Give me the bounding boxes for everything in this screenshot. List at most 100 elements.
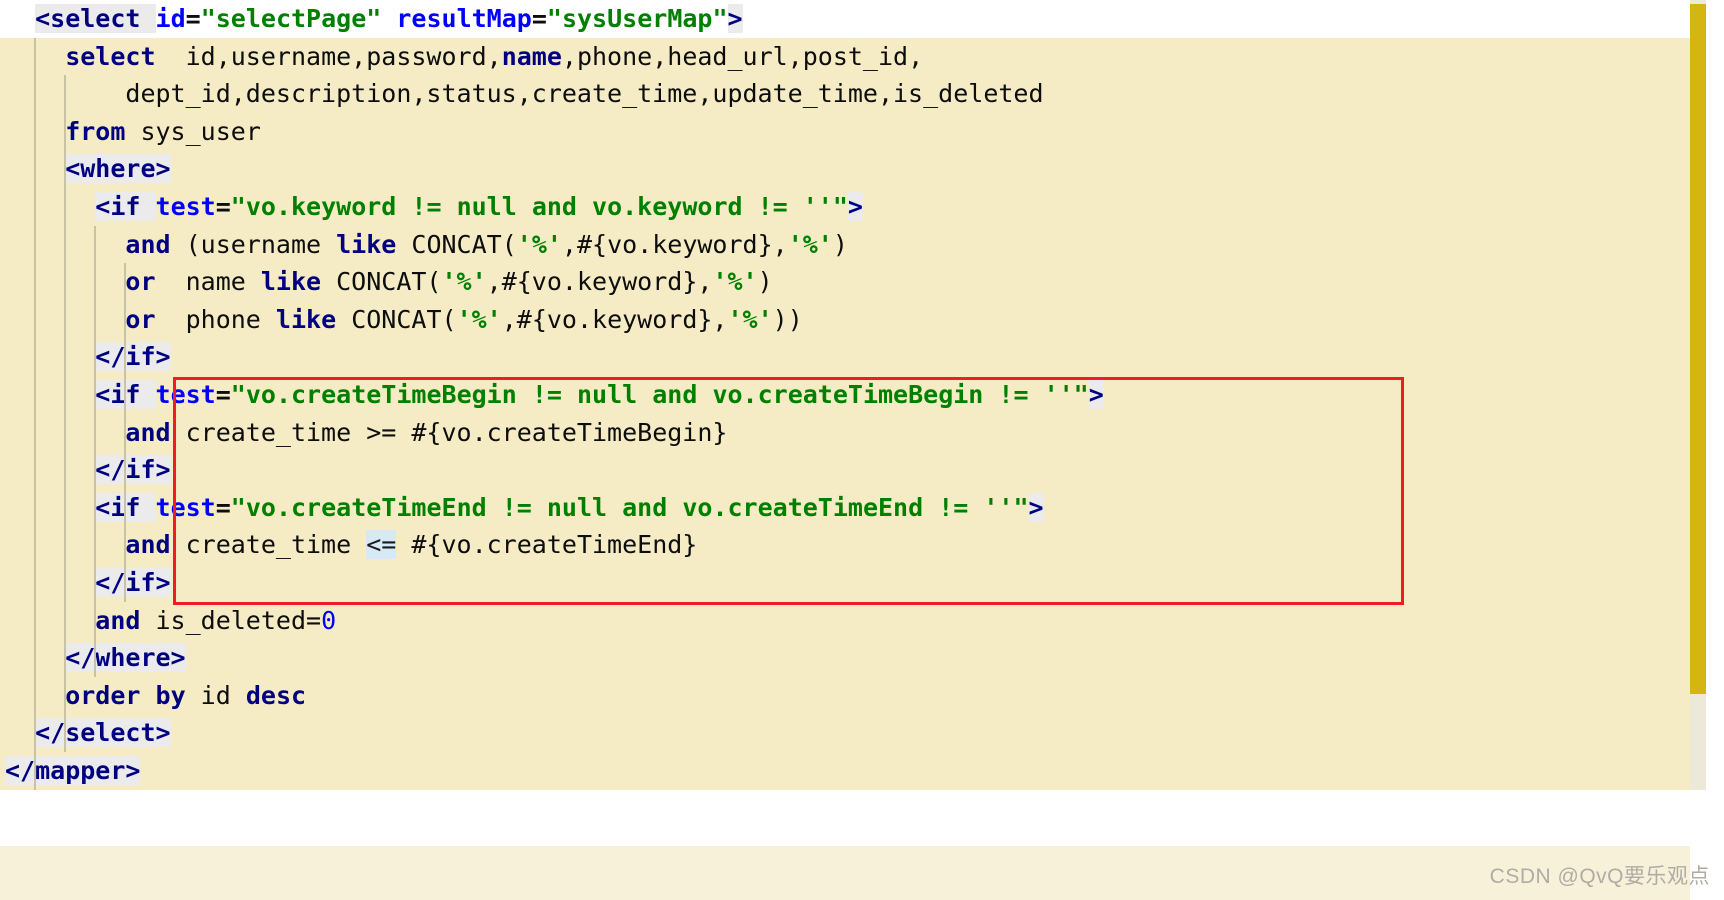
code-token: CONCAT( bbox=[321, 267, 442, 297]
code-token: and bbox=[125, 229, 171, 259]
editor-right-margin bbox=[1706, 0, 1724, 790]
code-token: test bbox=[155, 492, 216, 522]
code-token: ,#{vo.keyword}, bbox=[561, 229, 788, 259]
code-line[interactable]: <select id="selectPage" resultMap="sysUs… bbox=[0, 0, 1690, 38]
code-token: <if bbox=[95, 191, 156, 221]
code-token: CONCAT( bbox=[336, 304, 457, 334]
code-token: and bbox=[95, 605, 141, 635]
code-token: or bbox=[125, 304, 156, 334]
code-token: like bbox=[336, 229, 397, 259]
code-token: resultMap bbox=[396, 4, 532, 33]
code-token: )) bbox=[772, 304, 803, 334]
bottom-strip: CSDN @QvQ要乐观点 bbox=[0, 790, 1724, 900]
code-line[interactable]: </if> bbox=[0, 451, 1690, 489]
code-line[interactable]: from sys_user bbox=[0, 113, 1690, 151]
code-token: phone bbox=[155, 304, 276, 334]
code-token: or bbox=[125, 267, 156, 297]
code-token: = bbox=[185, 4, 201, 33]
code-line[interactable]: or name like CONCAT('%',#{vo.keyword},'%… bbox=[0, 263, 1690, 301]
code-line[interactable]: </select> bbox=[0, 714, 1690, 752]
csdn-watermark: CSDN @QvQ要乐观点 bbox=[1489, 865, 1710, 888]
code-token: CONCAT( bbox=[396, 229, 517, 259]
code-token: '%' bbox=[787, 229, 833, 259]
code-token: <= bbox=[366, 530, 397, 560]
code-lines[interactable]: <select id="selectPage" resultMap="sysUs… bbox=[0, 0, 1690, 789]
indent-guide bbox=[94, 225, 97, 677]
code-token: "vo.createTimeEnd != null and vo.createT… bbox=[230, 492, 1029, 522]
code-token: like bbox=[275, 304, 337, 334]
bottom-band bbox=[0, 846, 1690, 900]
code-line[interactable]: </if> bbox=[0, 564, 1690, 602]
code-token: ,#{vo.keyword}, bbox=[501, 304, 728, 334]
code-token: id bbox=[155, 4, 186, 33]
code-token: '%' bbox=[712, 267, 758, 297]
code-token: ,#{vo.keyword}, bbox=[486, 267, 713, 297]
code-token: order bbox=[65, 680, 141, 710]
code-line[interactable]: dept_id,description,status,create_time,u… bbox=[0, 75, 1690, 113]
code-token: </select> bbox=[35, 718, 171, 748]
code-token: </if> bbox=[95, 567, 171, 597]
code-token: name bbox=[155, 267, 261, 297]
code-token: = bbox=[215, 379, 231, 409]
code-line[interactable]: <if test="vo.keyword != null and vo.keyw… bbox=[0, 188, 1690, 226]
code-line[interactable]: order by id desc bbox=[0, 677, 1690, 715]
indent-guide bbox=[124, 263, 127, 602]
code-line[interactable]: <if test="vo.createTimeEnd != null and v… bbox=[0, 489, 1690, 527]
code-token: is_deleted= bbox=[140, 605, 322, 635]
code-token: > bbox=[1028, 492, 1044, 522]
code-line[interactable]: and create_time >= #{vo.createTimeBegin} bbox=[0, 414, 1690, 452]
code-token: id bbox=[185, 680, 246, 710]
code-token: '%' bbox=[456, 304, 502, 334]
code-line[interactable]: <where> bbox=[0, 150, 1690, 188]
code-line[interactable]: <if test="vo.createTimeBegin != null and… bbox=[0, 376, 1690, 414]
code-token: > bbox=[727, 4, 743, 33]
code-token: > bbox=[1088, 379, 1104, 409]
editor-window: <select id="selectPage" resultMap="sysUs… bbox=[0, 0, 1724, 900]
code-line[interactable]: or phone like CONCAT('%',#{vo.keyword},'… bbox=[0, 301, 1690, 339]
code-token: <select bbox=[35, 4, 156, 33]
code-token: #{vo.createTimeEnd} bbox=[396, 530, 698, 560]
code-line[interactable]: </mapper> bbox=[0, 752, 1690, 790]
code-line[interactable]: and (username like CONCAT('%',#{vo.keywo… bbox=[0, 226, 1690, 264]
code-token: ) bbox=[832, 229, 848, 259]
code-token: </mapper> bbox=[5, 755, 141, 785]
code-token: 0 bbox=[321, 605, 337, 635]
code-line[interactable]: </where> bbox=[0, 639, 1690, 677]
code-token: "vo.keyword != null and vo.keyword != ''… bbox=[230, 191, 848, 221]
vertical-scrollbar-thumb[interactable] bbox=[1690, 4, 1706, 694]
code-line[interactable]: select id,username,password,name,phone,h… bbox=[0, 38, 1690, 76]
code-editor[interactable]: <select id="selectPage" resultMap="sysUs… bbox=[0, 0, 1690, 790]
code-token: create_time bbox=[170, 530, 367, 560]
code-token: from bbox=[65, 116, 126, 146]
code-token: sys_user bbox=[125, 116, 261, 146]
code-token: "selectPage" bbox=[200, 4, 382, 33]
code-token: "vo.createTimeBegin != null and vo.creat… bbox=[230, 379, 1089, 409]
code-token: ,phone,head_url,post_id, bbox=[561, 41, 924, 71]
code-token: '%' bbox=[516, 229, 562, 259]
code-token: </where> bbox=[65, 643, 186, 673]
code-token: = bbox=[215, 492, 231, 522]
code-token: (username bbox=[170, 229, 337, 259]
code-line[interactable]: and is_deleted=0 bbox=[0, 602, 1690, 640]
code-token: test bbox=[155, 191, 216, 221]
code-line[interactable]: </if> bbox=[0, 338, 1690, 376]
code-token: dept_id,description,status,create_time,u… bbox=[125, 79, 1044, 109]
code-token: = bbox=[215, 191, 231, 221]
code-token: ) bbox=[757, 267, 773, 297]
code-token: by bbox=[155, 680, 186, 710]
code-token: "sysUserMap" bbox=[546, 4, 728, 33]
code-token: and bbox=[125, 417, 171, 447]
indent-guide bbox=[64, 75, 67, 752]
code-token: '%' bbox=[727, 304, 773, 334]
code-token: select bbox=[65, 41, 156, 71]
code-line[interactable]: and create_time <= #{vo.createTimeEnd} bbox=[0, 526, 1690, 564]
code-token: id,username,password, bbox=[155, 41, 502, 71]
code-token: > bbox=[847, 191, 863, 221]
code-token: test bbox=[155, 379, 216, 409]
code-token: name bbox=[501, 41, 562, 71]
code-token: '%' bbox=[441, 267, 487, 297]
code-token: like bbox=[260, 267, 322, 297]
code-token: </if> bbox=[95, 455, 171, 485]
